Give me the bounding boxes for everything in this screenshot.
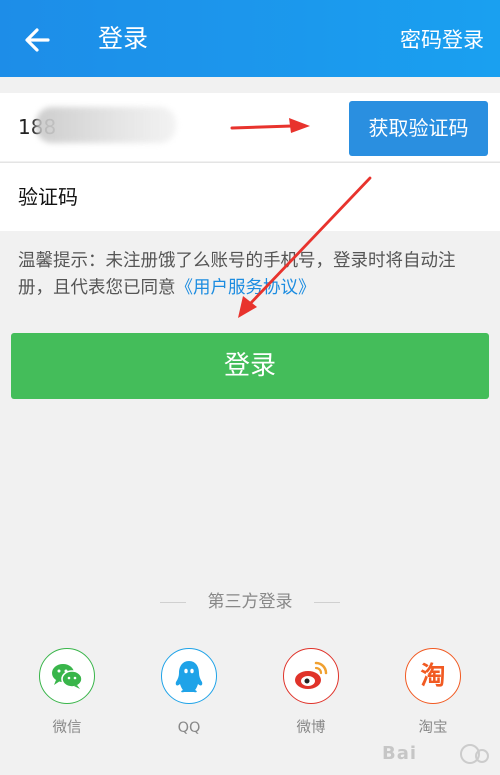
weibo-label: 微博 [296,720,326,736]
qq-icon-circle [161,648,217,704]
login-button[interactable]: 登录 [11,333,489,399]
get-verification-code-button[interactable]: 获取验证码 [349,101,488,156]
taobao-icon: 淘 [420,661,446,690]
back-button[interactable] [18,20,58,60]
third-party-login-title: 第三方登录 [207,592,293,612]
qq-login-button[interactable]: QQ [149,648,229,738]
baidu-jingyan-watermark: Bai [374,739,492,769]
code-row [0,162,500,231]
taobao-label: 淘宝 [418,720,448,736]
qq-penguin-icon [175,661,203,693]
page-title: 登录 [98,24,149,53]
taobao-login-button[interactable]: 淘 淘宝 [393,648,473,738]
wechat-login-button[interactable]: 微信 [27,648,107,738]
app-header: 登录 密码登录 [0,0,500,77]
qq-label: QQ [177,720,201,736]
password-login-link[interactable]: 密码登录 [400,24,484,56]
divider-right [314,602,340,603]
verification-code-input[interactable] [18,181,478,213]
weibo-icon-circle [283,648,339,704]
taobao-icon-circle: 淘 [405,648,461,704]
user-agreement-link[interactable]: 《用户服务协议》 [176,278,316,298]
weibo-icon [295,661,328,689]
wechat-label: 微信 [52,720,82,736]
registration-tip: 温馨提示：未注册饿了么账号的手机号，登录时将自动注册，且代表您已同意《用户服务协… [18,248,486,302]
arrow-left-icon [25,28,50,52]
weibo-login-button[interactable]: 微博 [271,648,351,738]
phone-number-redaction [36,107,176,143]
wechat-icon-circle [39,648,95,704]
wechat-icon [52,664,83,689]
